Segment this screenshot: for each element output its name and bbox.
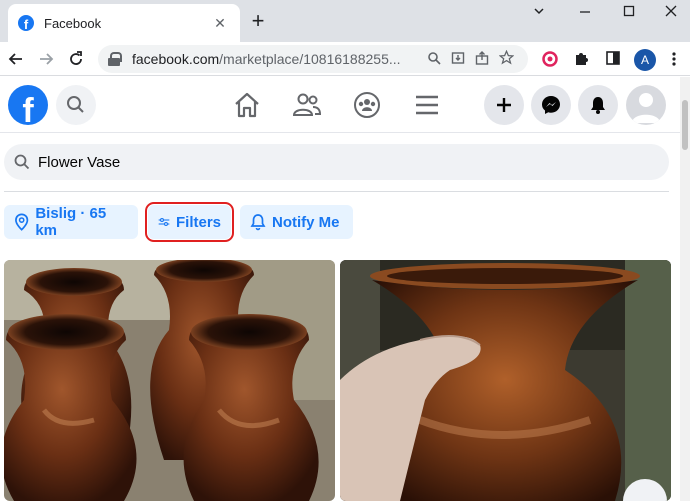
page-scrollbar-thumb[interactable] — [682, 100, 688, 150]
notifications-button[interactable] — [578, 85, 618, 125]
bookmark-star-icon[interactable] — [494, 49, 518, 68]
side-panel-icon[interactable] — [603, 50, 623, 70]
notifications-icon — [591, 97, 605, 114]
lock-icon[interactable] — [108, 52, 122, 66]
new-tab-button[interactable]: + — [246, 10, 270, 34]
marketplace-search-input[interactable] — [38, 153, 638, 171]
forward-button[interactable] — [34, 47, 58, 71]
url-text[interactable]: facebook.com/marketplace/10816188255... — [132, 51, 422, 67]
search-icon — [14, 154, 30, 170]
close-window-button[interactable] — [656, 4, 686, 24]
extensions-puzzle-icon[interactable] — [572, 50, 592, 70]
marketplace-search-bar[interactable] — [4, 144, 669, 180]
filters-chip[interactable]: Filters — [145, 202, 234, 242]
minimize-button[interactable] — [570, 4, 600, 24]
facebook-favicon-icon: f — [18, 15, 34, 31]
notify-me-chip-label: Notify Me — [272, 213, 340, 231]
friends-icon[interactable] — [292, 91, 322, 119]
location-chip[interactable]: Bislig · 65 km — [4, 205, 138, 239]
tab-search-chevron-icon[interactable] — [524, 4, 554, 24]
browser-tab-strip: f Facebook ✕ + — [0, 0, 690, 42]
browser-profile-avatar[interactable]: A — [634, 49, 656, 71]
browser-toolbar: facebook.com/marketplace/10816188255... … — [0, 42, 690, 76]
create-button[interactable] — [484, 85, 524, 125]
tab-title: Facebook — [44, 15, 102, 31]
filters-sliders-icon — [158, 218, 170, 226]
location-chip-label: Bislig · 65 km — [35, 205, 107, 239]
groups-icon[interactable] — [352, 91, 382, 119]
listing-photo-vase-in-hand — [340, 260, 671, 501]
search-icon — [67, 96, 84, 113]
facebook-profile-avatar[interactable] — [626, 85, 666, 125]
extension-ring-icon[interactable] — [540, 50, 560, 70]
notify-me-chip[interactable]: Notify Me — [240, 205, 353, 239]
reload-button[interactable] — [64, 47, 88, 71]
plus-icon — [497, 98, 511, 112]
tab-close-icon[interactable]: ✕ — [210, 15, 230, 32]
menu-icon[interactable] — [412, 91, 442, 119]
messenger-icon — [542, 96, 560, 114]
home-icon[interactable] — [232, 91, 262, 119]
address-bar[interactable]: facebook.com/marketplace/10816188255... — [98, 45, 528, 73]
facebook-logo-icon[interactable]: f — [8, 85, 48, 125]
listing-card-1[interactable] — [4, 260, 335, 501]
facebook-header: f — [0, 77, 680, 133]
browser-tab[interactable]: f Facebook ✕ — [8, 4, 240, 42]
messenger-button[interactable] — [531, 85, 571, 125]
facebook-search-button[interactable] — [56, 85, 96, 125]
maximize-button[interactable] — [614, 4, 644, 24]
search-page-icon[interactable] — [422, 51, 446, 68]
location-pin-icon — [15, 213, 29, 231]
listing-card-2[interactable] — [340, 260, 671, 501]
listing-photo-vases — [4, 260, 335, 501]
share-icon[interactable] — [470, 50, 494, 68]
filters-chip-label: Filters — [175, 213, 221, 231]
install-app-icon[interactable] — [446, 51, 470, 68]
back-button[interactable] — [4, 47, 28, 71]
bell-icon — [250, 214, 266, 231]
section-divider — [4, 191, 669, 192]
browser-menu-icon[interactable] — [664, 50, 684, 70]
